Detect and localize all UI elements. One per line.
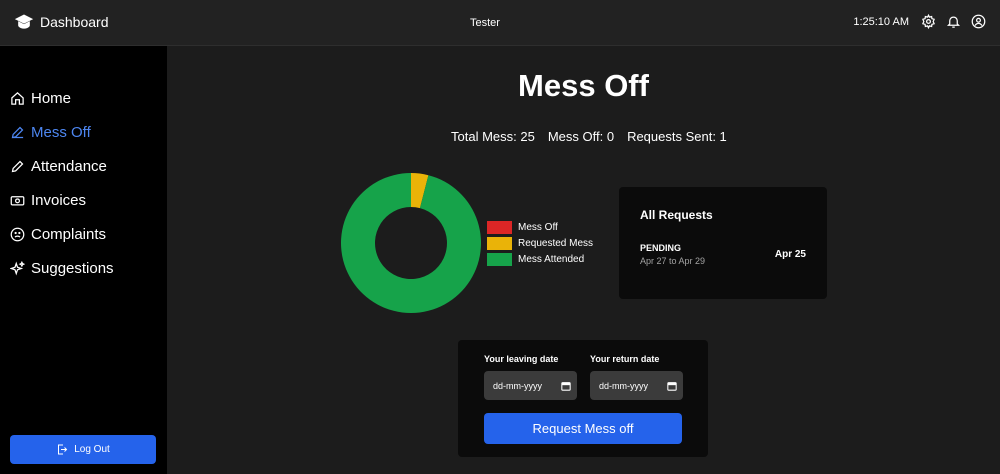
mess-off-form: Your leaving date Your return date dd-mm… bbox=[458, 340, 708, 457]
pencil-icon bbox=[11, 160, 24, 173]
requests-title: All Requests bbox=[640, 208, 713, 222]
user-circle-icon[interactable] bbox=[971, 14, 986, 29]
pencil-icon bbox=[11, 126, 24, 139]
legend-label: Requested Mess bbox=[518, 237, 594, 249]
donut-slice-mess-attended bbox=[341, 173, 481, 313]
requests-sent-stat: Requests Sent: 1 bbox=[627, 129, 727, 144]
user-name: Tester bbox=[470, 17, 500, 29]
donut-chart bbox=[341, 173, 481, 313]
gear-icon[interactable] bbox=[921, 14, 936, 29]
return-date-input[interactable]: dd-mm-yyyy bbox=[590, 371, 683, 400]
legend-item: Mess Off bbox=[487, 219, 593, 235]
total-mess-stat: Total Mess: 25 bbox=[451, 129, 535, 144]
calendar-icon[interactable] bbox=[561, 381, 571, 391]
stats-row: Total Mess: 25 Mess Off: 0 Requests Sent… bbox=[451, 129, 727, 144]
legend-label: Mess Off bbox=[518, 221, 558, 233]
sidebar-item-attendance[interactable]: Attendance bbox=[10, 158, 107, 175]
sidebar-item-suggestions[interactable]: Suggestions bbox=[10, 260, 114, 277]
sidebar: Home Mess Off Attendance Invoices Compla… bbox=[0, 46, 167, 474]
request-mess-off-button[interactable]: Request Mess off bbox=[484, 413, 682, 444]
brand-label: Dashboard bbox=[40, 14, 109, 30]
sparkles-icon bbox=[10, 261, 25, 276]
requests-panel: All Requests PENDING Apr 27 to Apr 29 Ap… bbox=[619, 187, 827, 299]
logout-icon bbox=[58, 444, 68, 455]
top-bar: Dashboard Tester 1:25:10 AM bbox=[0, 0, 1000, 46]
logout-button[interactable]: Log Out bbox=[10, 435, 156, 464]
sidebar-item-mess-off[interactable]: Mess Off bbox=[10, 124, 91, 141]
sidebar-item-label: Complaints bbox=[31, 226, 107, 243]
sidebar-item-label: Home bbox=[31, 90, 72, 107]
home-icon bbox=[11, 92, 24, 105]
frown-face-icon bbox=[10, 227, 25, 242]
request-date: Apr 25 bbox=[774, 249, 806, 260]
sidebar-item-label: Suggestions bbox=[31, 260, 114, 277]
leaving-date-label: Your leaving date bbox=[484, 354, 559, 364]
legend-label: Mess Attended bbox=[518, 253, 585, 265]
banknote-icon bbox=[10, 196, 25, 206]
page-title: Mess Off bbox=[518, 68, 649, 103]
sidebar-item-home[interactable]: Home bbox=[10, 90, 71, 107]
sidebar-item-complaints[interactable]: Complaints bbox=[10, 226, 106, 243]
clock: 1:25:10 AM bbox=[853, 15, 909, 28]
return-date-placeholder: dd-mm-yyyy bbox=[599, 380, 648, 391]
mess-off-stat: Mess Off: 0 bbox=[547, 129, 615, 144]
leaving-date-input[interactable]: dd-mm-yyyy bbox=[484, 371, 577, 400]
bell-icon[interactable] bbox=[946, 14, 961, 29]
legend-swatch bbox=[487, 220, 512, 234]
return-date-label: Your return date bbox=[590, 354, 660, 364]
sidebar-item-label: Mess Off bbox=[31, 124, 91, 141]
sidebar-item-label: Invoices bbox=[31, 192, 87, 209]
legend-swatch bbox=[487, 252, 512, 266]
chart-legend: Mess Off Requested Mess Mess Attended bbox=[487, 219, 593, 267]
brand[interactable]: Dashboard bbox=[14, 13, 109, 31]
legend-item: Mess Attended bbox=[487, 251, 593, 267]
sidebar-item-label: Attendance bbox=[31, 158, 107, 175]
legend-item: Requested Mess bbox=[487, 235, 593, 251]
calendar-icon[interactable] bbox=[667, 381, 677, 391]
legend-swatch bbox=[487, 236, 512, 250]
sidebar-item-invoices[interactable]: Invoices bbox=[10, 192, 86, 209]
request-item[interactable]: PENDING Apr 27 to Apr 29 Apr 25 bbox=[640, 243, 806, 266]
graduation-cap-icon bbox=[14, 14, 34, 29]
top-right-controls: 1:25:10 AM bbox=[853, 14, 986, 29]
logout-label: Log Out bbox=[74, 444, 110, 455]
leaving-date-placeholder: dd-mm-yyyy bbox=[493, 380, 542, 391]
